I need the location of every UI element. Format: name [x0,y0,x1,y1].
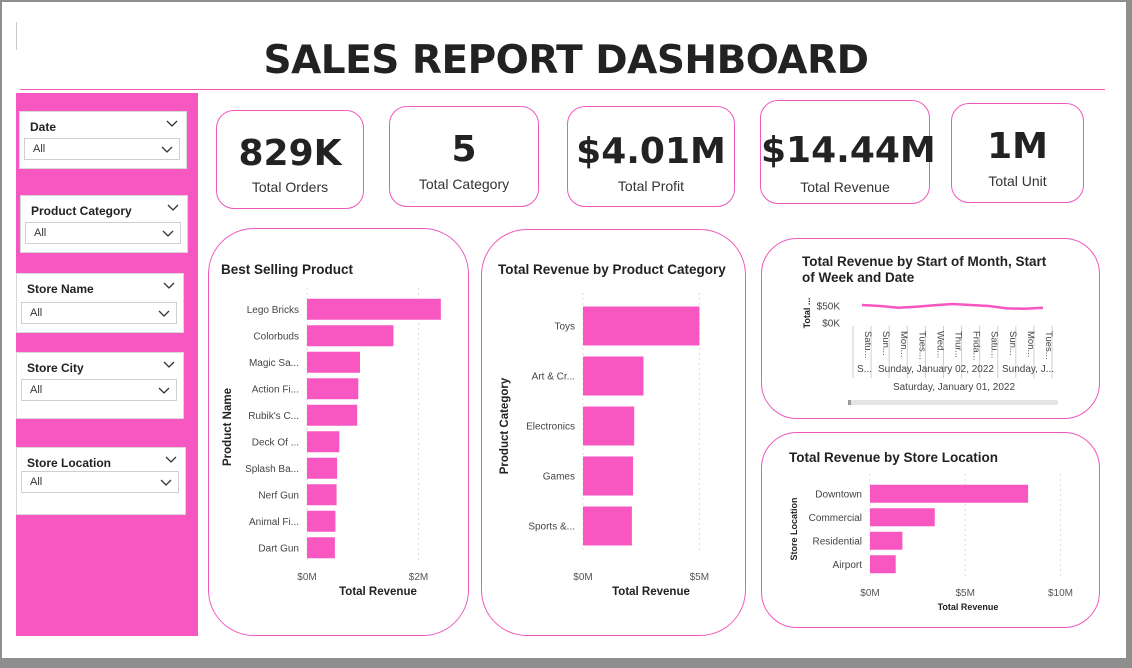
title-underline [20,89,1105,90]
chevron-down-icon[interactable] [161,145,173,154]
slicer-date-value: All [33,143,46,155]
slicer-store-name-value: All [30,307,43,319]
slicer-store-location-value: All [30,476,43,488]
chevron-down-icon[interactable] [163,360,175,370]
kpi-card-total-orders: 829K Total Orders [216,110,364,209]
filter-sidebar: Date All Product Category All Store Name… [16,93,198,636]
chart-title: Best Selling Product [221,262,354,277]
panel-revenue-by-category: Total Revenue by Product Category [481,229,746,636]
kpi-value: 829K [238,133,342,174]
chevron-down-icon[interactable] [163,281,175,291]
kpi-label: Total Profit [617,178,685,194]
slicer-product-category-dropdown[interactable]: All [25,222,181,244]
kpi-label: Total Unit [988,173,1047,189]
kpi-value: $4.01M [576,131,726,172]
chevron-down-icon[interactable] [166,119,178,129]
kpi-value: 5 [451,129,477,170]
chevron-down-icon[interactable] [160,478,172,487]
slicer-product-category-label: Product Category [31,204,132,218]
chart-title: Total Revenue by Store Location [789,450,999,465]
page-title: SALES REPORT DASHBOARD [263,38,869,83]
kpi-card-total-unit: 1M Total Unit [951,103,1084,203]
slicer-store-name-label: Store Name [27,282,94,296]
kpi-label: Total Category [418,176,510,192]
panel-best-selling-product: Best Selling Product [208,228,469,636]
kpi-label: Total Orders [251,179,329,195]
slicer-store-location[interactable]: Store Location All [16,447,186,515]
slicer-store-city-value: All [30,384,43,396]
kpi-value: 1M [987,126,1048,167]
kpi-value: $14.44M [761,130,936,171]
kpi-card-total-revenue: $14.44M Total Revenue [760,100,936,204]
chart-title: Total Revenue by Product Category [498,262,726,277]
chevron-down-icon[interactable] [165,455,177,465]
slicer-product-category-value: All [34,227,47,239]
slicer-store-location-dropdown[interactable]: All [21,471,179,493]
chevron-down-icon[interactable] [158,309,170,318]
panel-revenue-by-store-location: Total Revenue by Store Location [761,432,1100,628]
chevron-down-icon[interactable] [167,203,179,213]
slicer-store-name-dropdown[interactable]: All [21,302,177,324]
kpi-label: Total Revenue [800,179,890,195]
slicer-store-city-dropdown[interactable]: All [21,379,177,401]
slicer-store-name[interactable]: Store Name All [16,273,184,333]
kpi-card-total-category: 5 Total Category [389,106,539,207]
slicer-store-city-label: Store City [27,361,84,375]
slicer-date-label: Date [30,120,57,134]
chevron-down-icon[interactable] [162,229,174,238]
slicer-store-location-label: Store Location [27,456,112,470]
panel-revenue-by-date: Total Revenue by Start of Month, Start o… [761,238,1100,419]
slicer-store-city[interactable]: Store City All [16,352,184,419]
chart-title: Total Revenue by Start of Month, Start o… [802,254,1047,285]
kpi-card-total-profit: $4.01M Total Profit [567,106,735,207]
chevron-down-icon[interactable] [158,386,170,395]
slicer-date[interactable]: Date All [19,111,187,169]
slicer-product-category[interactable]: Product Category All [20,195,188,253]
slicer-date-dropdown[interactable]: All [24,138,180,160]
